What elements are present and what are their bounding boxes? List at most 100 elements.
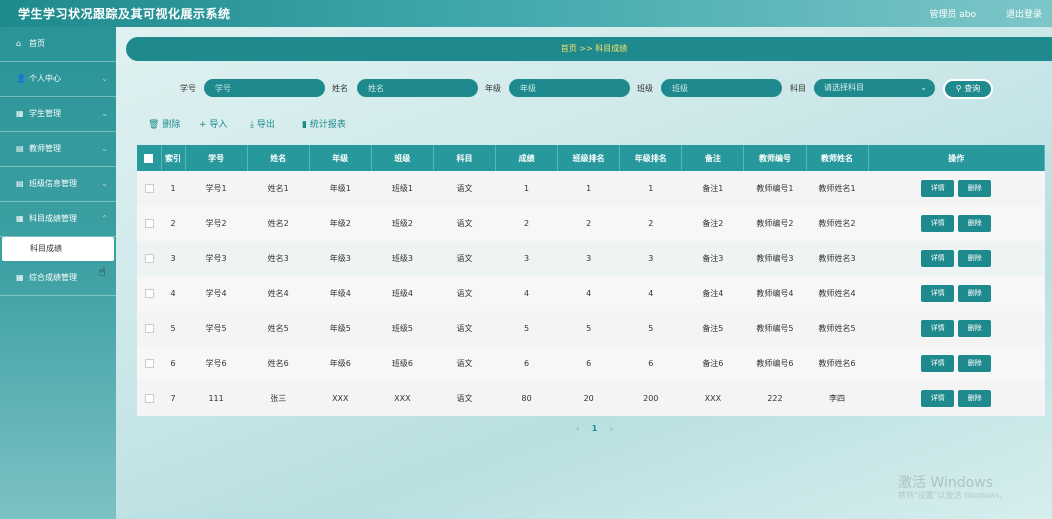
row-checkbox[interactable] [137,241,162,276]
row-checkbox[interactable] [137,381,162,416]
sidebar-item-scores[interactable]: ▦ 科目成绩管理 ⌃ [0,202,116,237]
chevron-down-icon: ⌄ [920,83,927,92]
table-cell: 班级3 [371,241,434,276]
grid-icon: ▦ [16,214,24,223]
detail-button[interactable]: 详情 [921,180,955,197]
table-cell: 3 [495,241,558,276]
chevron-down-icon: ⌄ [101,74,108,83]
row-delete-button[interactable]: 删除 [958,180,992,197]
detail-button[interactable]: 详情 [921,215,955,232]
table-cell: 备注1 [681,171,744,206]
sidebar-item-classes[interactable]: ▤ 班级信息管理 ⌄ [0,167,116,202]
table-cell: 200 [619,381,682,416]
table-row: 6 学号6 姓名6 年级6 班级6 语文 6 6 6 备注6 教师编号6 教师姓名6 详情 删除 [137,346,1045,381]
export-button[interactable]: ⤓ 导出 [250,117,275,130]
row-actions: 详情 删除 [868,171,1045,206]
detail-button[interactable]: 详情 [921,355,955,372]
page-number[interactable]: 1 [592,424,598,433]
hand-cursor-icon: ☝ [98,265,106,280]
table-cell: 3 [161,241,186,276]
delete-button[interactable]: 🗑 删除 [148,117,180,130]
scores-table: 索引 学号 姓名 年级 班级 科目 成绩 班级排名 年级排名 备注 教师编号 教… [137,145,1046,416]
sidebar-subitem-subject-scores[interactable]: 科目成绩 [2,237,114,261]
detail-button[interactable]: 详情 [921,390,955,407]
sidebar-item-label: 综合成绩管理 [29,273,77,282]
sidebar-item-label: 科目成绩管理 [29,214,77,223]
query-button[interactable]: ⚲ 查询 [943,79,993,99]
import-button[interactable]: + 导入 [199,117,227,130]
next-page-button[interactable]: › [610,424,613,433]
name-input[interactable] [357,79,478,97]
table-cell: 教师姓名1 [806,171,869,206]
table-cell: 年级1 [309,171,372,206]
sidebar-item-teachers[interactable]: ▤ 教师管理 ⌄ [0,132,116,167]
row-delete-button[interactable]: 删除 [958,320,992,337]
logout-link[interactable]: 退出登录 [1006,7,1042,20]
table-cell: 教师编号4 [743,276,806,311]
table-cell: 学号2 [185,206,248,241]
row-delete-button[interactable]: 删除 [958,390,992,407]
table-cell: 备注5 [681,311,744,346]
row-actions: 详情 删除 [868,311,1045,346]
breadcrumb: 首页 >> 科目成绩 [126,37,1052,61]
student-no-input[interactable] [204,79,325,97]
class-input[interactable] [661,79,782,97]
row-checkbox[interactable] [137,311,162,346]
row-checkbox[interactable] [137,206,162,241]
activation-watermark-hint: 转到"设置"以激活 Windows。 [898,491,1008,500]
row-checkbox[interactable] [137,276,162,311]
grid-icon: ▦ [16,109,24,118]
row-actions: 详情 删除 [868,276,1045,311]
row-checkbox[interactable] [137,346,162,381]
table-row: 3 学号3 姓名3 年级3 班级3 语文 3 3 3 备注3 教师编号3 教师姓名3 详情 删除 [137,241,1045,276]
select-all-checkbox[interactable] [137,145,162,171]
row-actions: 详情 删除 [868,206,1045,241]
row-actions: 详情 删除 [868,346,1045,381]
row-delete-button[interactable]: 删除 [958,285,992,302]
pagination: ‹ 1 › [571,424,618,433]
report-button[interactable]: ▮ 统计报表 [302,117,346,130]
table-cell: 姓名5 [247,311,310,346]
table-cell: 备注3 [681,241,744,276]
table-cell: 教师编号6 [743,346,806,381]
sidebar-item-students[interactable]: ▦ 学生管理 ⌄ [0,97,116,132]
row-checkbox[interactable] [137,171,162,206]
column-header: 成绩 [495,145,559,171]
grade-input[interactable] [509,79,630,97]
table-cell: 学号1 [185,171,248,206]
table-cell: 语文 [433,381,496,416]
prev-page-button[interactable]: ‹ [576,424,579,433]
table-cell: 姓名6 [247,346,310,381]
chevron-down-icon: ⌄ [101,109,108,118]
detail-button[interactable]: 详情 [921,285,955,302]
sidebar-item-profile[interactable]: 👤 个人中心 ⌄ [0,62,116,97]
row-delete-button[interactable]: 删除 [958,215,992,232]
column-header: 班级排名 [557,145,621,171]
table-cell: 教师编号2 [743,206,806,241]
table-cell: 教师姓名3 [806,241,869,276]
top-bar: 学生学习状况跟踪及其可视化展示系统 管理员 abo 退出登录 [0,0,1052,27]
table-header-row: 索引 学号 姓名 年级 班级 科目 成绩 班级排名 年级排名 备注 教师编号 教… [137,145,1046,171]
detail-button[interactable]: 详情 [921,320,955,337]
breadcrumb-home[interactable]: 首页 [561,44,577,53]
table-cell: 班级1 [371,171,434,206]
sidebar-item-label: 首页 [29,39,45,48]
detail-button[interactable]: 详情 [921,250,955,267]
row-delete-button[interactable]: 删除 [958,355,992,372]
table-cell: 6 [161,346,186,381]
table-cell: 教师编号1 [743,171,806,206]
student-no-label: 学号 [180,84,196,93]
subject-select[interactable]: 请选择科目 ⌄ [814,79,935,97]
sidebar-item-label: 学生管理 [29,109,61,118]
table-cell: 语文 [433,171,496,206]
table-cell: 4 [619,276,682,311]
sidebar-item-home[interactable]: ⌂ 首页 [0,27,116,62]
table-cell: 语文 [433,311,496,346]
table-cell: 教师编号5 [743,311,806,346]
table-cell: 2 [161,206,186,241]
row-delete-button[interactable]: 删除 [958,250,992,267]
table-cell: 5 [495,311,558,346]
table-cell: 姓名1 [247,171,310,206]
table-cell: 语文 [433,241,496,276]
table-cell: XXX [309,381,372,416]
